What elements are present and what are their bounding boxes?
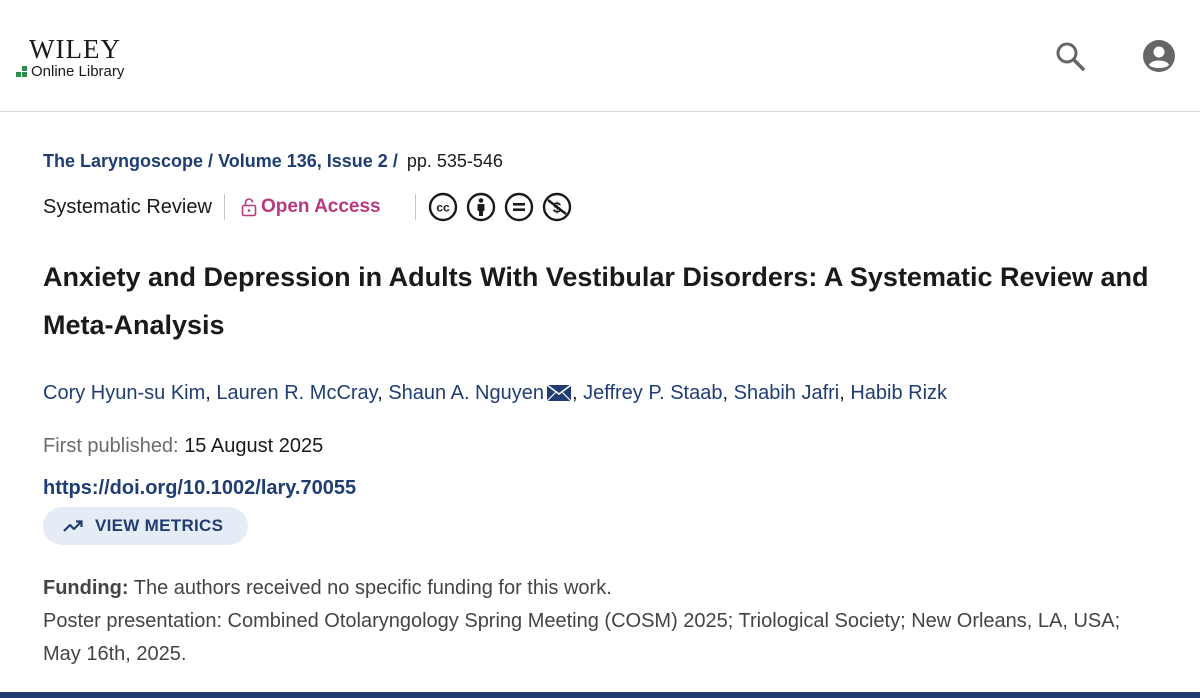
breadcrumb: The Laryngoscope / Volume 136, Issue 2 /… <box>43 151 503 172</box>
nc-icon: $ <box>542 192 571 222</box>
issue-link[interactable]: Volume 136, Issue 2 <box>218 151 388 171</box>
cc-icon: cc <box>428 192 457 222</box>
author-link[interactable]: Shaun A. Nguyen <box>388 382 544 404</box>
first-published-label: First published: <box>43 435 179 457</box>
article-meta-row: Systematic Review Open Access cc <box>43 192 572 222</box>
brand-sub: Online Library <box>31 63 125 80</box>
account-button[interactable] <box>1141 38 1177 74</box>
breadcrumb-separator: / <box>208 151 219 171</box>
view-metrics-label: VIEW METRICS <box>95 516 224 535</box>
bottom-bar <box>0 692 1200 698</box>
wiley-logo[interactable]: WILEY Online Library <box>16 36 124 80</box>
presentation-note: Poster presentation: Combined Otolaryngo… <box>43 610 1121 665</box>
breadcrumb-separator: / <box>392 151 403 171</box>
funding-line: Funding: The authors received no specifi… <box>43 572 1123 605</box>
funding-text: The authors received no specific funding… <box>133 577 612 599</box>
brand-sub-row: Online Library <box>16 63 124 80</box>
license-icons[interactable]: cc $ <box>428 192 572 222</box>
author-link[interactable]: Cory Hyun-su Kim <box>43 382 205 404</box>
search-icon <box>1056 42 1085 71</box>
search-button[interactable] <box>1052 38 1088 74</box>
svg-text:cc: cc <box>436 201 450 215</box>
funding-label: Funding: <box>43 577 129 599</box>
open-access-badge: Open Access <box>241 194 416 220</box>
author-list: Cory Hyun-su Kim, Lauren R. McCray, Shau… <box>43 382 948 404</box>
funding-section: Funding: The authors received no specifi… <box>43 572 1123 671</box>
by-icon <box>466 192 495 222</box>
brand-mark-icon <box>16 66 27 77</box>
page-range: pp. 535-546 <box>406 151 503 171</box>
author-link[interactable]: Jeffrey P. Staab <box>583 382 722 404</box>
view-metrics-button[interactable]: VIEW METRICS <box>43 507 248 545</box>
brand-name: WILEY <box>29 34 121 64</box>
publication-date: First published: 15 August 2025 <box>43 435 323 458</box>
nd-icon <box>504 192 533 222</box>
journal-link[interactable]: The Laryngoscope <box>43 151 203 171</box>
author-link[interactable]: Habib Rizk <box>850 382 947 404</box>
article-type: Systematic Review <box>43 194 225 220</box>
open-access-label: Open Access <box>260 196 381 217</box>
author-link[interactable]: Shabih Jafri <box>734 382 840 404</box>
author-link[interactable]: Lauren R. McCray <box>216 382 377 404</box>
doi-link[interactable]: https://doi.org/10.1002/lary.70055 <box>43 477 356 500</box>
envelope-icon[interactable] <box>546 384 572 402</box>
first-published-date: 15 August 2025 <box>184 435 324 457</box>
user-account-icon <box>1143 40 1175 72</box>
trending-up-icon <box>63 520 83 532</box>
site-header: WILEY Online Library <box>0 0 1200 112</box>
unlock-icon <box>241 198 257 217</box>
article-title: Anxiety and Depression in Adults With Ve… <box>43 262 1149 340</box>
